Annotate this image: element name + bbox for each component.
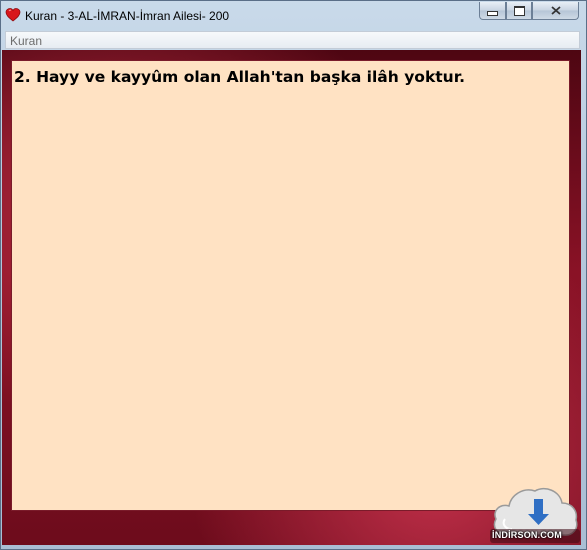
maximize-icon — [513, 5, 525, 16]
minimize-icon — [487, 11, 498, 16]
maximize-button[interactable] — [506, 2, 532, 20]
close-button[interactable] — [532, 2, 579, 20]
verse-text-pane[interactable]: 2. Hayy ve kayyûm olan Allah'tan başka i… — [11, 60, 570, 511]
watermark-logo: İNDİRSON.COM — [490, 479, 580, 545]
heart-icon[interactable] — [5, 7, 21, 23]
minimize-button[interactable] — [479, 2, 506, 20]
menu-item-kuran[interactable]: Kuran — [10, 34, 42, 48]
app-window: Kuran - 3-AL-İMRAN-İmran Ailesi- 200 Kur… — [0, 0, 587, 550]
window-title: Kuran - 3-AL-İMRAN-İmran Ailesi- 200 — [25, 9, 230, 23]
watermark-text: İNDİRSON.COM — [492, 530, 562, 540]
verse-text: 2. Hayy ve kayyûm olan Allah'tan başka i… — [14, 68, 466, 86]
close-icon — [550, 6, 561, 15]
title-bar[interactable]: Kuran - 3-AL-İMRAN-İmran Ailesi- 200 — [1, 1, 586, 29]
menu-bar: Kuran — [5, 31, 580, 49]
